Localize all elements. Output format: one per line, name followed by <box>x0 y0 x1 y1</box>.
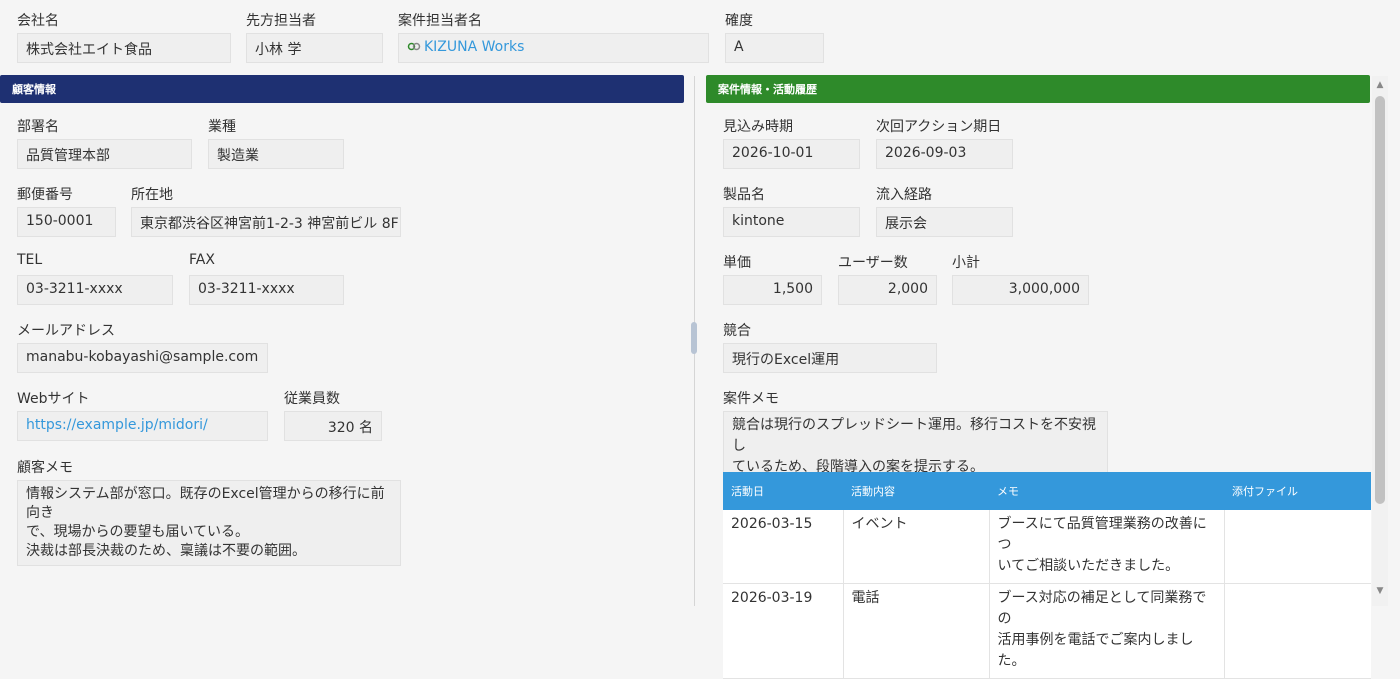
deal-owner-link[interactable]: KIZUNA Works <box>424 39 524 55</box>
expected-label: 見込み時期 <box>723 119 793 135</box>
postal-field[interactable]: 150-0001 <box>17 207 116 237</box>
employees-label: 従業員数 <box>284 391 340 407</box>
activity-memo: ブース対応の補足として同業務での 活用事例を電話でご案内しました。 <box>989 583 1225 679</box>
customer-memo-field[interactable]: 情報システム部が窓口。既存のExcel管理からの移行に前向き で、現場からの要望… <box>17 480 401 566</box>
panel-resize-handle[interactable] <box>691 322 697 354</box>
users-field[interactable]: 2,000 <box>838 275 937 305</box>
customer-memo-label: 顧客メモ <box>17 460 73 476</box>
company-label: 会社名 <box>17 13 59 29</box>
triangle-down-icon[interactable]: ▼ <box>1374 585 1386 597</box>
client-contact-field[interactable]: 小林 学 <box>246 33 383 63</box>
customer-memo-line: 情報システム部が窓口。既存のExcel管理からの移行に前向き <box>26 486 385 521</box>
column-header-attachment: 添付ファイル <box>1224 472 1371 510</box>
email-label: メールアドレス <box>17 323 115 339</box>
company-field[interactable]: 株式会社エイト食品 <box>17 33 231 63</box>
deal-memo-label: 案件メモ <box>723 391 779 407</box>
industry-label: 業種 <box>208 119 236 135</box>
address-label: 所在地 <box>131 187 173 203</box>
product-field[interactable]: kintone <box>723 207 860 237</box>
address-field[interactable]: 東京都渋谷区神宮前1-2-3 神宮前ビル 8F <box>131 207 401 237</box>
industry-field[interactable]: 製造業 <box>208 139 344 169</box>
table-row[interactable]: 2026-03-19 電話 ブース対応の補足として同業務での 活用事例を電話でご案… <box>723 583 1371 679</box>
activity-attachment <box>1224 510 1371 584</box>
next-action-field[interactable]: 2026-09-03 <box>876 139 1013 169</box>
client-contact-label: 先方担当者 <box>246 13 316 29</box>
employees-value: 320 <box>327 420 355 436</box>
website-link[interactable]: https://example.jp/midori/ <box>17 411 268 441</box>
users-label: ユーザー数 <box>838 255 908 271</box>
expected-field[interactable]: 2026-10-01 <box>723 139 860 169</box>
triangle-up-icon[interactable]: ▲ <box>1374 79 1386 91</box>
subtotal-label: 小計 <box>952 255 980 271</box>
activity-date: 2026-03-15 <box>723 510 844 584</box>
tel-label: TEL <box>17 252 43 268</box>
next-action-label: 次回アクション期日 <box>876 119 1002 135</box>
postal-label: 郵便番号 <box>17 187 73 203</box>
employees-field[interactable]: 320 名 <box>284 411 382 441</box>
activity-memo: ブースにて品質管理業務の改善につ いてご相談いただきました。 <box>989 510 1225 584</box>
activity-table-header: 活動日 活動内容 メモ 添付ファイル <box>723 472 1371 510</box>
fax-label: FAX <box>189 252 215 268</box>
department-field[interactable]: 品質管理本部 <box>17 139 192 169</box>
activity-type: イベント <box>843 510 990 584</box>
channel-field[interactable]: 展示会 <box>876 207 1013 237</box>
activity-date: 2026-03-19 <box>723 583 844 679</box>
scrollbar-thumb[interactable] <box>1375 96 1385 504</box>
fax-field[interactable]: 03-3211-xxxx <box>189 275 344 305</box>
employees-unit: 名 <box>359 420 373 436</box>
product-label: 製品名 <box>723 187 765 203</box>
competitor-field[interactable]: 現行のExcel運用 <box>723 343 937 373</box>
deal-section-header: 案件情報・活動履歴 <box>706 75 1370 103</box>
activity-table: 活動日 活動内容 メモ 添付ファイル 2026-03-15 イベント ブースにて… <box>723 472 1371 679</box>
column-header-date: 活動日 <box>723 472 843 510</box>
tel-field[interactable]: 03-3211-xxxx <box>17 275 173 305</box>
email-field[interactable]: manabu-kobayashi@sample.com <box>17 343 268 373</box>
deal-owner-field: KIZUNA Works <box>398 33 709 63</box>
subtotal-field[interactable]: 3,000,000 <box>952 275 1089 305</box>
table-row[interactable]: 2026-03-15 イベント ブースにて品質管理業務の改善につ いてご相談いただ… <box>723 510 1371 584</box>
channel-label: 流入経路 <box>876 187 932 203</box>
column-header-type: 活動内容 <box>843 472 989 510</box>
unit-price-label: 単価 <box>723 255 751 271</box>
activity-attachment <box>1224 583 1371 679</box>
customer-memo-line: 決裁は部長決裁のため、稟議は不要の範囲。 <box>26 543 306 559</box>
customer-memo-line: で、現場からの要望も届いている。 <box>26 524 250 540</box>
customer-section-header: 顧客情報 <box>0 75 684 103</box>
column-header-memo: メモ <box>989 472 1224 510</box>
deal-memo-line: 競合は現行のスプレッドシート運用。移行コストを不安視し <box>732 417 1096 454</box>
deal-owner-label: 案件担当者名 <box>398 13 482 29</box>
certainty-field[interactable]: A <box>725 33 824 63</box>
website-label: Webサイト <box>17 391 90 407</box>
unit-price-field[interactable]: 1,500 <box>723 275 822 305</box>
link-chain-icon <box>407 39 421 55</box>
activity-type: 電話 <box>843 583 990 679</box>
department-label: 部署名 <box>17 119 59 135</box>
certainty-label: 確度 <box>725 13 753 29</box>
competitor-label: 競合 <box>723 323 751 339</box>
